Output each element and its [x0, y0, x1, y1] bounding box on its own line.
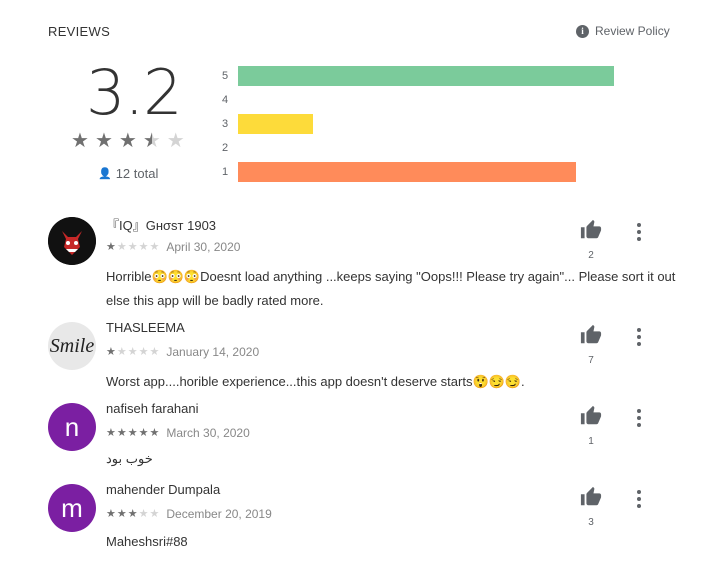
- star-filled-icon: ★: [106, 345, 116, 358]
- demon-avatar-icon: [48, 217, 96, 265]
- avatar: n: [48, 403, 96, 451]
- rating-bar-label: 1: [222, 166, 229, 178]
- star-empty-icon: ★: [138, 345, 149, 358]
- star-filled-icon: ★: [149, 426, 160, 439]
- helpful-count: 1: [588, 436, 594, 447]
- star-filled-icon: ★: [94, 130, 113, 152]
- star-empty-icon: ★: [166, 130, 185, 152]
- thumbs-up-icon: [580, 405, 602, 425]
- review-date: December 20, 2019: [166, 507, 272, 521]
- star-filled-icon: ★: [106, 426, 116, 439]
- star-filled-icon: ★: [71, 130, 89, 152]
- avatar: Smile: [48, 322, 96, 370]
- star-filled-icon: ★: [116, 426, 127, 439]
- rating-bar-row: 5: [222, 64, 614, 88]
- review-text: خوب بود: [106, 451, 153, 466]
- star-filled-icon: ★: [138, 426, 149, 439]
- rating-bar-label: 5: [222, 70, 229, 82]
- rating-bar-row: 3: [222, 112, 314, 136]
- rating-bar-label: 2: [222, 142, 229, 154]
- reviewer-name: nafiseh farahani: [106, 401, 199, 416]
- review-rating: ★ ★ ★ ★ ★ January 14, 2020: [106, 345, 259, 359]
- review-policy-label: Review Policy: [595, 24, 670, 38]
- reviewer-name: mahender Dumpala: [106, 482, 221, 497]
- star-filled-icon: ★: [127, 507, 138, 520]
- thumbs-up-icon: [580, 219, 602, 239]
- helpful-button[interactable]: 7: [578, 324, 604, 366]
- star-empty-icon: ★: [149, 345, 160, 358]
- rating-bar-fill: [238, 162, 577, 182]
- average-score: 3.2: [86, 56, 183, 129]
- more-options-icon[interactable]: [630, 490, 648, 510]
- star-filled-icon: ★: [116, 507, 127, 520]
- rating-bar-fill: [238, 66, 614, 86]
- helpful-button[interactable]: 2: [578, 219, 604, 261]
- thumbs-up-icon: [580, 486, 602, 506]
- more-options-icon[interactable]: [630, 409, 648, 429]
- total-reviews: 👤 12 total: [98, 166, 158, 181]
- review-date: March 30, 2020: [166, 426, 250, 440]
- review-date: April 30, 2020: [166, 240, 241, 254]
- average-stars: ★ ★ ★ ★ ★: [71, 131, 185, 151]
- rating-bar-row: 1: [222, 160, 577, 184]
- star-empty-icon: ★: [127, 345, 138, 358]
- star-empty-icon: ★: [138, 507, 149, 520]
- helpful-count: 3: [588, 517, 594, 528]
- review-policy-link[interactable]: i Review Policy: [576, 24, 670, 38]
- star-empty-icon: ★: [149, 507, 160, 520]
- star-empty-icon: ★: [116, 240, 127, 253]
- star-empty-icon: ★: [149, 240, 160, 253]
- rating-bar-row: 2: [222, 136, 238, 160]
- star-half-icon: ★: [142, 130, 161, 152]
- star-filled-icon: ★: [106, 507, 116, 520]
- avatar: m: [48, 484, 96, 532]
- helpful-button[interactable]: 1: [578, 405, 604, 447]
- star-empty-icon: ★: [138, 240, 149, 253]
- star-empty-icon: ★: [116, 345, 127, 358]
- rating-bar-label: 4: [222, 94, 229, 106]
- star-filled-icon: ★: [106, 240, 116, 253]
- total-label: 12 total: [115, 166, 159, 181]
- reviewer-name: THASLEEMA: [106, 320, 185, 335]
- more-options-icon[interactable]: [630, 223, 648, 243]
- review-text: Horrible😳😳😳Doesnt load anything ...keeps…: [106, 269, 676, 308]
- star-filled-icon: ★: [118, 130, 137, 152]
- star-filled-icon: ★: [127, 426, 138, 439]
- review-text: Maheshsri#88: [106, 534, 188, 549]
- rating-distribution: 5 4 3 2 1: [222, 64, 614, 184]
- more-options-icon[interactable]: [630, 328, 648, 348]
- review-date: January 14, 2020: [166, 345, 260, 359]
- reviews-title: REVIEWS: [48, 24, 111, 39]
- helpful-button[interactable]: 3: [578, 486, 604, 528]
- helpful-count: 2: [588, 250, 594, 261]
- rating-bar-fill: [238, 114, 314, 134]
- review-rating: ★ ★ ★ ★ ★ March 30, 2020: [106, 426, 250, 440]
- star-empty-icon: ★: [127, 240, 138, 253]
- reviewer-name: 『IQ』Gнσѕт 1903: [106, 218, 217, 233]
- thumbs-up-icon: [580, 324, 602, 344]
- review-text: Worst app....horible experience...this a…: [106, 374, 525, 389]
- helpful-count: 7: [588, 355, 594, 366]
- person-icon: 👤: [98, 168, 112, 180]
- rating-bar-label: 3: [222, 118, 229, 130]
- avatar: [48, 217, 96, 265]
- info-icon: i: [576, 24, 589, 38]
- review-rating: ★ ★ ★ ★ ★ April 30, 2020: [106, 240, 240, 254]
- review-rating: ★ ★ ★ ★ ★ December 20, 2019: [106, 507, 272, 521]
- rating-bar-row: 4: [222, 88, 238, 112]
